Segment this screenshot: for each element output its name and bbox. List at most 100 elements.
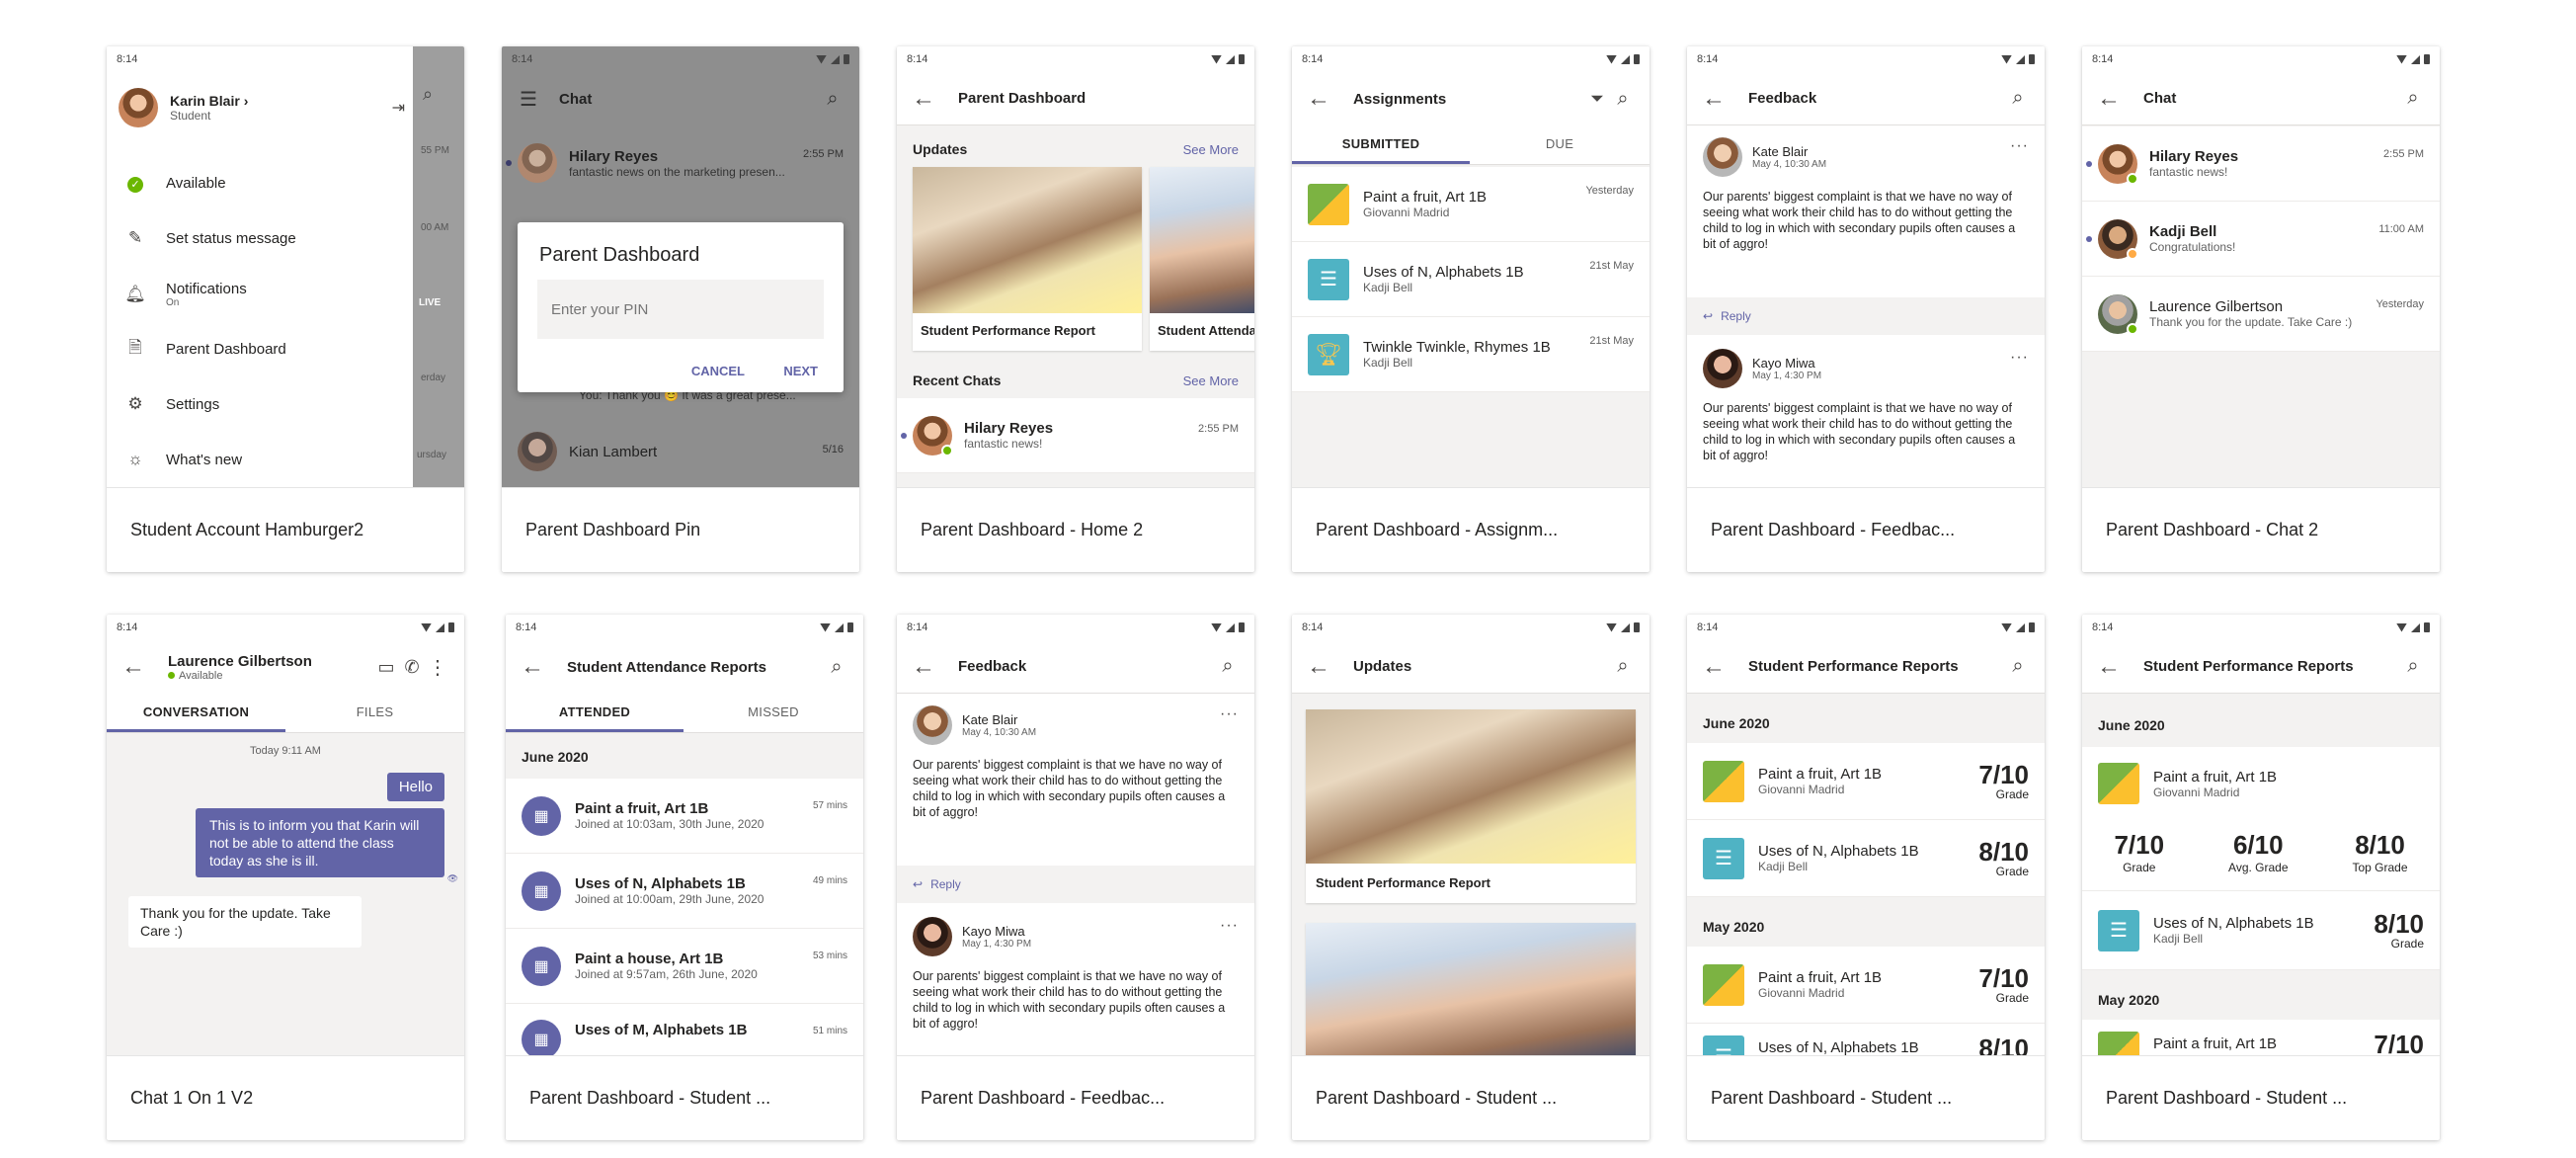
tabs: CONVERSATION FILES <box>107 694 464 733</box>
chat-row[interactable]: Hilary Reyes 2:55 PM fantastic news! <box>2082 126 2440 202</box>
see-more-link[interactable]: See More <box>1183 142 1239 157</box>
report-row[interactable]: Paint a fruit, Art 1B 7/10 <box>2082 1020 2440 1055</box>
back-arrow-icon[interactable]: ← <box>520 653 545 680</box>
pin-input[interactable] <box>537 280 824 339</box>
next-button[interactable]: NEXT <box>783 364 818 378</box>
bg-chat-row: Hilary Reyes 2:55 PM fantastic news on th… <box>502 133 859 193</box>
account-header[interactable]: Karin Blair › Student ⇥ <box>119 88 405 127</box>
attendance-row[interactable]: ▦ Uses of N, Alphabets 1B Joined at 10:00… <box>506 854 863 929</box>
more-options-icon[interactable]: ··· <box>1220 917 1239 935</box>
attendance-row[interactable]: ▦ Uses of M, Alphabets 1B 51 mins <box>506 1004 863 1055</box>
wifi-icon <box>2396 622 2407 632</box>
update-card[interactable]: Student Attenda <box>1150 167 1254 351</box>
tab-missed[interactable]: MISSED <box>684 694 863 732</box>
page-title: Student Performance Reports <box>2143 658 2354 675</box>
filter-icon[interactable]: ⏷ <box>1584 86 1610 112</box>
phone-call-icon[interactable]: ✆ <box>399 654 425 680</box>
back-arrow-icon[interactable]: ← <box>911 85 936 112</box>
card-chat[interactable]: 8:14 ← Chat ⌕ Hilary Reyes 2:55 PM fantast… <box>2082 46 2440 572</box>
class-title: Uses of M, Alphabets 1B <box>575 1022 748 1038</box>
card-student-account-hamburger[interactable]: ⌕ 55 PM 00 AM LIVE erday ursday 8:14 Kar… <box>107 46 464 572</box>
bg-time: 00 AM <box>421 222 449 233</box>
update-card[interactable]: Student Performance Report <box>913 167 1142 351</box>
chat-row[interactable]: Hilary Reyes 2:55 PM fantastic news! <box>897 398 1254 473</box>
card-feedback[interactable]: 8:14 ← Feedback ⌕ Kate Blair May 4, 10:30… <box>1687 46 2045 572</box>
menu-item-set-status[interactable]: ✎ Set status message <box>107 218 413 258</box>
report-row[interactable]: ☰ Uses of N, Alphabets 1B Kadji Bell 8/10… <box>2082 891 2440 970</box>
menu-item-whats-new[interactable]: ☼ What's new <box>107 440 413 479</box>
cancel-button[interactable]: CANCEL <box>691 364 745 378</box>
battery-icon <box>2029 54 2035 64</box>
more-options-icon[interactable]: ··· <box>2010 137 2029 155</box>
card-assignments[interactable]: 8:14 ← Assignments ⏷ ⌕ SUBMITTED DUE Pai… <box>1292 46 1650 572</box>
received-message[interactable]: Thank you for the update. Take Care :) <box>128 896 362 948</box>
menu-item-available[interactable]: ✓ Available <box>107 163 413 203</box>
search-icon[interactable]: ⌕ <box>2005 86 2031 112</box>
back-arrow-icon[interactable]: ← <box>1306 653 1331 680</box>
signal-icon <box>2016 622 2025 632</box>
tab-attended[interactable]: ATTENDED <box>506 694 684 732</box>
card-performance-reports-detail[interactable]: 8:14 ← Student Performance Reports ⌕ Jun… <box>2082 615 2440 1140</box>
reply-bar[interactable]: ↩ Reply <box>897 866 1254 903</box>
card-parent-dashboard-home[interactable]: 8:14 ← Parent Dashboard Updates See More… <box>897 46 1254 572</box>
report-row[interactable]: Paint a fruit, Art 1B Giovanni Madrid 7/1… <box>1687 947 2045 1024</box>
sign-out-icon[interactable]: ⇥ <box>392 98 405 118</box>
back-arrow-icon[interactable]: ← <box>1306 85 1331 112</box>
tab-due[interactable]: DUE <box>1470 125 1650 164</box>
search-icon[interactable]: ⌕ <box>1610 86 1636 112</box>
search-icon[interactable]: ⌕ <box>824 654 849 680</box>
assignment-row[interactable]: 🏆︎ Twinkle Twinkle, Rhymes 1B Kadji Bell … <box>1292 317 1650 392</box>
more-options-icon[interactable]: ··· <box>1220 705 1239 723</box>
card-parent-dashboard-pin[interactable]: 8:14 ☰ Chat ⌕ Hilary Reyes 2:55 PM fantas… <box>502 46 859 572</box>
menu-item-parent-dashboard[interactable]: 🗎 Parent Dashboard <box>107 329 413 369</box>
grade-label: Grade <box>1995 786 2029 801</box>
menu-item-notifications[interactable]: 🔔︎ Notifications On <box>107 272 413 317</box>
back-arrow-icon[interactable]: ← <box>121 653 146 680</box>
chat-row[interactable]: Laurence Gilbertson Yesterday Thank you fo… <box>2082 277 2440 352</box>
search-icon[interactable]: ⌕ <box>2005 654 2031 680</box>
back-arrow-icon[interactable]: ← <box>1701 85 1727 112</box>
signal-icon <box>835 622 844 632</box>
back-arrow-icon[interactable]: ← <box>2096 653 2122 680</box>
reply-bar[interactable]: ↩ Reply <box>1687 297 2045 335</box>
tab-conversation[interactable]: CONVERSATION <box>107 694 285 732</box>
back-arrow-icon[interactable]: ← <box>911 653 936 680</box>
attendance-row[interactable]: ▦ Paint a house, Art 1B Joined at 9:57am,… <box>506 929 863 1004</box>
search-icon[interactable]: ⌕ <box>2400 654 2426 680</box>
update-card[interactable]: Student Performance Report <box>1306 709 1636 903</box>
card-performance-reports[interactable]: 8:14 ← Student Performance Reports ⌕ Jun… <box>1687 615 2045 1140</box>
video-call-icon[interactable]: ▭ <box>373 654 399 680</box>
report-row[interactable]: ☰ Uses of N, Alphabets 1B 8/10 <box>1687 1024 2045 1055</box>
card-attendance-reports[interactable]: 8:14 ← Student Attendance Reports ⌕ ATTE… <box>506 615 863 1140</box>
sent-message[interactable]: Hello <box>386 773 444 801</box>
see-more-link[interactable]: See More <box>1183 373 1239 388</box>
report-detail[interactable]: Paint a fruit, Art 1B Giovanni Madrid 7/1… <box>2082 747 2440 891</box>
card-feedback[interactable]: 8:14 ← Feedback ⌕ Kate Blair May 4, 10:30… <box>897 615 1254 1140</box>
avg-grade-label: Avg. Grade <box>2228 861 2289 874</box>
chat-row[interactable]: Kadji Bell 11:00 AM Congratulations! <box>2082 202 2440 277</box>
tab-files[interactable]: FILES <box>285 694 464 732</box>
card-updates[interactable]: 8:14 ← Updates ⌕ Student Performance Rep… <box>1292 615 1650 1140</box>
back-arrow-icon[interactable]: ← <box>2096 85 2122 112</box>
avatar <box>913 415 953 456</box>
more-vertical-icon[interactable]: ⋮ <box>425 654 450 680</box>
section-title: Updates <box>913 141 968 157</box>
tab-submitted[interactable]: SUBMITTED <box>1292 125 1470 164</box>
update-card-title: Student Performance Report <box>921 323 1095 338</box>
assignment-row[interactable]: Paint a fruit, Art 1B Giovanni Madrid Yes… <box>1292 167 1650 242</box>
reply-label: Reply <box>930 877 961 891</box>
sent-message[interactable]: This is to inform you that Karin will no… <box>196 808 444 877</box>
wifi-icon <box>820 622 831 632</box>
attendance-row[interactable]: ▦ Paint a fruit, Art 1B Joined at 10:03am… <box>506 779 863 854</box>
more-options-icon[interactable]: ··· <box>2010 349 2029 367</box>
assignment-row[interactable]: ☰ Uses of N, Alphabets 1B Kadji Bell 21st… <box>1292 242 1650 317</box>
report-row[interactable]: ☰ Uses of N, Alphabets 1B Kadji Bell 8/10… <box>1687 820 2045 897</box>
search-icon[interactable]: ⌕ <box>1215 654 1241 680</box>
search-icon[interactable]: ⌕ <box>2400 86 2426 112</box>
report-row[interactable]: Paint a fruit, Art 1B Giovanni Madrid 7/1… <box>1687 743 2045 820</box>
card-chat-one-on-one[interactable]: 8:14 ← Laurence Gilbertson Available ▭ ✆… <box>107 615 464 1140</box>
update-card[interactable] <box>1306 923 1636 1055</box>
menu-item-settings[interactable]: ⚙ Settings <box>107 384 413 424</box>
back-arrow-icon[interactable]: ← <box>1701 653 1727 680</box>
search-icon[interactable]: ⌕ <box>1610 654 1636 680</box>
